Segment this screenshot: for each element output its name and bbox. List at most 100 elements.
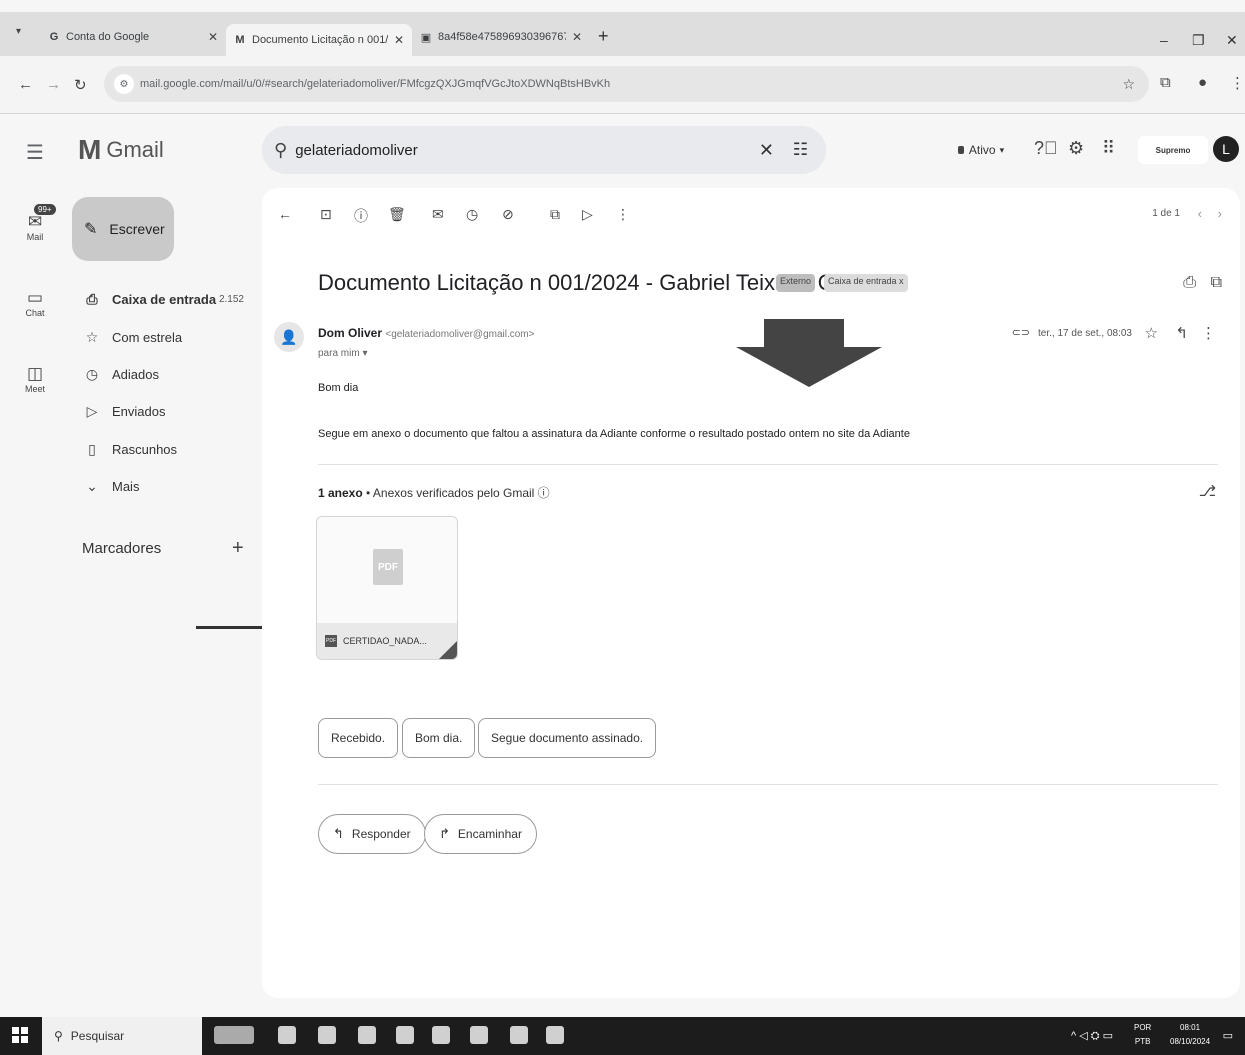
- rail-meet[interactable]: ◫ Meet: [18, 364, 52, 394]
- smart-reply-1[interactable]: Recebido.: [318, 718, 399, 758]
- delete-icon[interactable]: 🗑: [388, 206, 406, 223]
- taskbar-app-icon[interactable]: [396, 1026, 414, 1044]
- apps-grid-icon[interactable]: ⠿: [1102, 138, 1115, 159]
- attachment-name: CERTIDAO_NADA...: [343, 636, 427, 646]
- taskbar-app-icon[interactable]: [510, 1026, 528, 1044]
- sidebar-item-label: Mais: [112, 478, 140, 494]
- taskbar-app-icon[interactable]: [358, 1026, 376, 1044]
- add-task-icon[interactable]: ⊘: [502, 206, 514, 223]
- inbox-count: 2.152: [218, 293, 244, 305]
- system-tray-icons[interactable]: ^ ◁ ⛭ ▭: [1071, 1029, 1113, 1043]
- language-code: POR: [1134, 1023, 1152, 1032]
- reply-icon[interactable]: ↰: [1175, 324, 1188, 342]
- help-icon[interactable]: ?⃝: [1034, 138, 1058, 159]
- windows-start-icon[interactable]: [12, 1027, 28, 1043]
- mark-unread-icon[interactable]: ✉: [432, 206, 444, 223]
- search-bar[interactable]: ⚲ gelateriadomoliver ✕ ☷: [262, 126, 826, 174]
- inbox-icon: ⎙: [86, 290, 98, 307]
- report-spam-icon[interactable]: ⓘ: [354, 206, 368, 226]
- label-icon[interactable]: ▷: [582, 206, 593, 223]
- search-options-icon[interactable]: ☷: [793, 140, 808, 160]
- tab-gmail-document[interactable]: M Documento Licitação n 001/20 ✕: [226, 24, 412, 56]
- attachment-footer: PDF CERTIDAO_NADA...: [317, 623, 457, 659]
- back-icon[interactable]: ←: [18, 76, 33, 93]
- archive-icon[interactable]: ⊡: [320, 206, 332, 223]
- back-to-list-icon[interactable]: ←: [278, 206, 292, 222]
- gmail-brand: Gmail: [106, 137, 164, 162]
- divider: [318, 464, 1218, 465]
- add-to-drive-icon[interactable]: ⎇: [1199, 482, 1216, 500]
- forward-icon: ↱: [439, 826, 450, 841]
- notifications-icon[interactable]: ▭: [1223, 1029, 1233, 1042]
- star-icon[interactable]: ☆: [1145, 324, 1158, 342]
- rail-mail[interactable]: ✉ Mail: [18, 212, 52, 242]
- clear-search-icon[interactable]: ✕: [759, 140, 774, 161]
- browser-menu-icon[interactable]: ⋮: [1230, 74, 1245, 92]
- taskbar-app-icon[interactable]: [470, 1026, 488, 1044]
- close-tab-icon[interactable]: ✕: [394, 33, 404, 47]
- sidebar-item-sent[interactable]: ▷ Enviados: [72, 397, 252, 425]
- account-avatar[interactable]: L: [1213, 136, 1239, 162]
- new-tab-icon[interactable]: +: [598, 26, 609, 47]
- add-label-icon[interactable]: +: [232, 537, 244, 560]
- taskbar-app-icon[interactable]: [546, 1026, 564, 1044]
- sidebar-item-drafts[interactable]: ▯ Rascunhos: [72, 435, 252, 463]
- print-icon[interactable]: ⎙: [1183, 274, 1196, 292]
- reply-button[interactable]: ↰ Responder: [318, 814, 426, 854]
- sidebar-item-snoozed[interactable]: ◷ Adiados: [72, 360, 252, 388]
- taskbar-app-icon[interactable]: [432, 1026, 450, 1044]
- extensions-icon[interactable]: ⧉: [1160, 74, 1171, 91]
- minimize-icon[interactable]: –: [1160, 32, 1168, 48]
- taskbar-search-label: Pesquisar: [70, 1029, 125, 1043]
- close-window-icon[interactable]: ✕: [1226, 32, 1238, 49]
- search-icon[interactable]: ⚲: [274, 140, 287, 161]
- site-settings-icon[interactable]: ⚙: [114, 74, 134, 94]
- move-to-icon[interactable]: ⧉: [550, 206, 560, 223]
- clock[interactable]: 08:01 08/10/2024: [1170, 1021, 1210, 1049]
- info-icon[interactable]: ⓘ: [538, 486, 550, 500]
- profile-icon[interactable]: ●: [1198, 74, 1207, 91]
- gmail-favicon-icon: M: [235, 34, 245, 46]
- settings-gear-icon[interactable]: ⚙: [1068, 138, 1084, 159]
- recipient-dropdown[interactable]: para mim ▾: [318, 348, 368, 359]
- sidebar-item-more[interactable]: ⌄ Mais: [72, 472, 252, 500]
- more-options-icon[interactable]: ⋮: [1201, 324, 1216, 342]
- taskbar-search[interactable]: ⚲ Pesquisar: [42, 1017, 202, 1055]
- snooze-icon[interactable]: ◷: [466, 206, 478, 223]
- inbox-label-chip[interactable]: Caixa de entrada x: [824, 274, 908, 292]
- organization-logo[interactable]: Supremo: [1138, 136, 1208, 164]
- rail-chat[interactable]: ▭ Chat: [18, 288, 52, 318]
- restore-icon[interactable]: ❐: [1192, 32, 1205, 49]
- forward-button[interactable]: ↱ Encaminhar: [424, 814, 537, 854]
- compose-button[interactable]: ✎ Escrever: [72, 197, 174, 261]
- bookmark-star-icon[interactable]: ☆: [1122, 76, 1135, 93]
- attachment-card[interactable]: PDF PDF CERTIDAO_NADA...: [316, 516, 458, 660]
- taskbar-app-icon[interactable]: [318, 1026, 336, 1044]
- url-text: mail.google.com/mail/u/0/#search/gelater…: [140, 78, 611, 90]
- more-actions-icon[interactable]: ⋮: [616, 206, 630, 223]
- address-bar[interactable]: ⚙ mail.google.com/mail/u/0/#search/gelat…: [104, 66, 1149, 102]
- annotation-arrow-down: [736, 319, 882, 387]
- forward-icon[interactable]: →: [46, 76, 61, 93]
- status-dropdown[interactable]: Ativo ▾: [946, 134, 1016, 166]
- gmail-logo[interactable]: M Gmail: [78, 134, 164, 166]
- previous-icon[interactable]: ‹: [1198, 206, 1202, 221]
- input-language[interactable]: POR PTB: [1134, 1021, 1151, 1049]
- close-tab-icon[interactable]: ✕: [572, 30, 582, 44]
- reload-icon[interactable]: ↻: [74, 76, 87, 94]
- tab-google-account[interactable]: G Conta do Google ✕: [40, 22, 226, 52]
- close-tab-icon[interactable]: ✕: [208, 30, 218, 44]
- next-icon[interactable]: ›: [1218, 206, 1222, 221]
- sidebar-item-starred[interactable]: ☆ Com estrela: [72, 323, 252, 351]
- tab-menu-icon[interactable]: ▾: [16, 26, 21, 37]
- sidebar-item-inbox[interactable]: ⎙ Caixa de entrada 2.152: [72, 285, 252, 313]
- taskbar-app-icon[interactable]: [278, 1026, 296, 1044]
- tab-file[interactable]: ▣ 8a4f58e475896930396767699ff ✕: [412, 22, 590, 52]
- search-input[interactable]: gelateriadomoliver: [295, 142, 418, 159]
- smart-reply-2[interactable]: Bom dia.: [402, 718, 476, 758]
- open-new-window-icon[interactable]: ⧉: [1211, 274, 1222, 292]
- task-view-icon[interactable]: [214, 1026, 254, 1044]
- chat-icon: ▭: [26, 288, 44, 307]
- smart-reply-3[interactable]: Segue documento assinado.: [478, 718, 657, 758]
- main-menu-icon[interactable]: ☰: [26, 140, 44, 165]
